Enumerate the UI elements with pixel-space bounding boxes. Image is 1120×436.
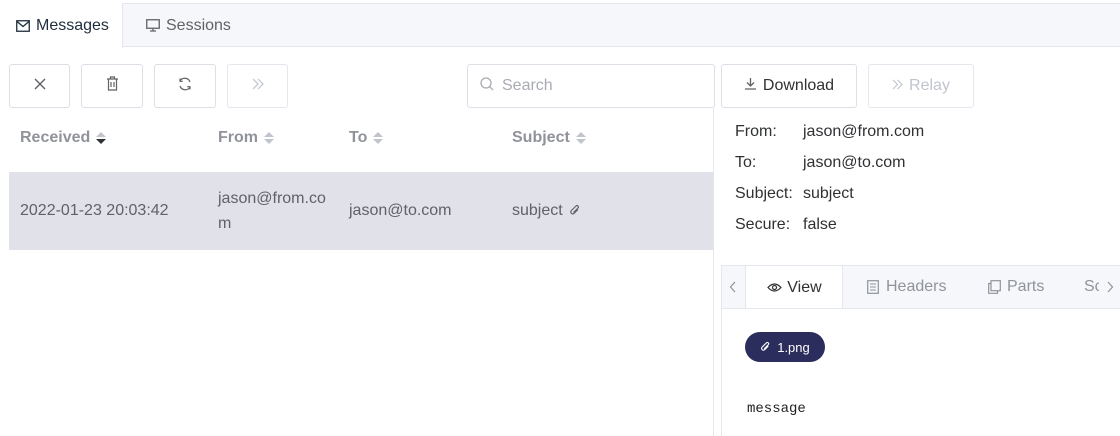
download-label: Download — [762, 77, 835, 94]
tab-view[interactable]: View — [745, 266, 843, 308]
column-from[interactable]: From — [218, 118, 274, 158]
pane-divider[interactable] — [713, 108, 714, 436]
secure-label: Secure: — [735, 216, 791, 233]
tab-headers[interactable]: Headers — [865, 266, 947, 308]
table-row[interactable]: 2022-01-23 20:03:42 jason@from.co m jaso… — [9, 172, 713, 250]
column-to[interactable]: To — [349, 118, 384, 158]
cell-received: 2022-01-23 20:03:42 — [20, 202, 169, 219]
search-icon — [480, 76, 494, 96]
double-chevron-right-icon — [892, 77, 903, 95]
refresh-icon — [178, 77, 192, 96]
copy-icon — [986, 279, 1002, 295]
chevron-right-icon[interactable] — [1099, 266, 1120, 308]
detail-tab-bar: View Headers Parts Sc — [721, 265, 1120, 309]
document-icon — [865, 279, 881, 295]
download-icon — [744, 77, 757, 95]
refresh-button[interactable] — [154, 64, 216, 108]
attachment-chip[interactable]: 1.png — [745, 332, 825, 362]
column-to-label: To — [349, 129, 368, 146]
monitor-icon — [145, 18, 161, 34]
from-value: jason@from.com — [803, 123, 925, 140]
cell-from-line: m — [218, 215, 232, 232]
search-input[interactable] — [502, 77, 702, 95]
trash-icon — [106, 76, 119, 96]
subject-value: subject — [803, 185, 854, 202]
tab-messages-label: Messages — [36, 16, 109, 34]
column-subject[interactable]: Subject — [512, 118, 586, 158]
to-value: jason@to.com — [803, 154, 906, 171]
sort-icon[interactable] — [373, 130, 384, 146]
from-label: From: — [735, 123, 777, 140]
column-received-label: Received — [20, 129, 91, 146]
cell-subject: subject — [512, 198, 581, 223]
relay-label: Relay — [909, 77, 950, 94]
tab-sessions-label: Sessions — [166, 16, 231, 34]
double-chevron-right-icon — [252, 77, 264, 95]
cell-subject-text: subject — [512, 202, 563, 219]
sort-icon[interactable] — [264, 130, 274, 146]
tab-messages[interactable]: Messages — [0, 3, 123, 48]
secure-value: false — [803, 216, 837, 233]
paperclip-icon — [569, 204, 581, 217]
relay-selected-button[interactable] — [227, 64, 288, 108]
column-from-label: From — [218, 129, 258, 146]
envelope-icon — [15, 18, 31, 34]
sort-icon[interactable] — [575, 130, 586, 146]
close-icon — [34, 77, 46, 95]
cell-from: jason@from.co m — [218, 186, 326, 236]
sort-icon[interactable] — [96, 130, 107, 146]
chevron-left-icon[interactable] — [722, 266, 744, 308]
search-box[interactable] — [467, 64, 715, 108]
tab-parts[interactable]: Parts — [986, 266, 1045, 308]
message-body: message — [747, 401, 806, 417]
tab-sessions[interactable]: Sessions — [145, 3, 231, 48]
column-received[interactable]: Received — [20, 118, 107, 158]
close-button[interactable] — [9, 64, 70, 108]
top-tab-bar: Messages Sessions — [0, 3, 1120, 48]
tab-parts-label: Parts — [1007, 278, 1045, 295]
delete-button[interactable] — [81, 64, 143, 108]
tab-view-label: View — [787, 278, 822, 296]
subject-label: Subject: — [735, 185, 793, 202]
table-header: Received From To Subject — [9, 118, 713, 172]
attachment-name: 1.png — [777, 339, 810, 355]
cell-from-line: jason@from.co — [218, 190, 326, 207]
download-button[interactable]: Download — [721, 64, 857, 108]
cell-to: jason@to.com — [349, 202, 452, 219]
paperclip-icon — [760, 341, 771, 353]
relay-button[interactable]: Relay — [868, 64, 974, 108]
eye-icon — [766, 280, 782, 296]
tab-headers-label: Headers — [886, 278, 947, 295]
to-label: To: — [735, 154, 757, 171]
column-subject-label: Subject — [512, 129, 570, 146]
